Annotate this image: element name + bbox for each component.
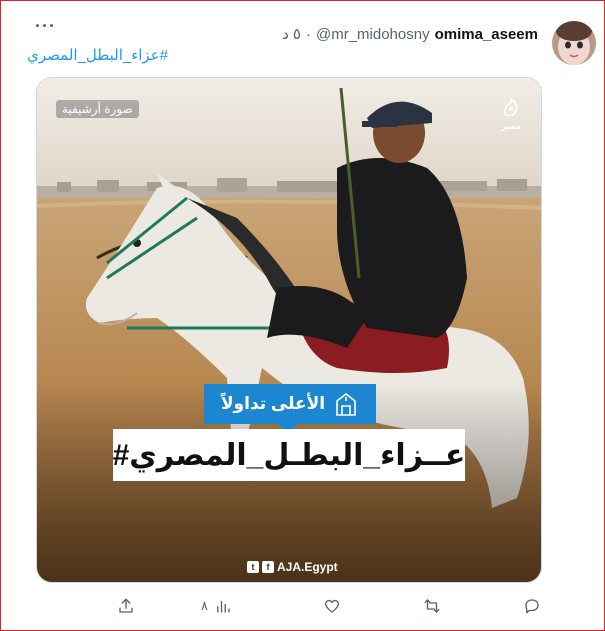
twitter-mini-icon: t: [247, 561, 259, 573]
retweet-icon: [424, 599, 440, 613]
brand-handle: AJA.Egypt: [277, 560, 338, 574]
tweet-header: omima_aseem @mr_midohosny · ٥ د: [282, 25, 538, 43]
share-icon: [119, 598, 133, 613]
views-chart-icon: [217, 600, 230, 613]
more-options-icon[interactable]: ···: [35, 17, 56, 35]
share-button[interactable]: [117, 595, 135, 617]
image-hashtag-box: #عــزاء_البطـل_المصري: [113, 429, 465, 481]
retweet-button[interactable]: [423, 595, 441, 617]
views-count: ٨: [201, 598, 208, 613]
image-hashtag-text: #عــزاء_البطـل_المصري: [112, 438, 466, 472]
avatar-image: [552, 21, 596, 65]
reply-icon: [525, 599, 539, 614]
brand-credit: t f AJA.Egypt: [247, 560, 338, 574]
separator-dot: ·: [305, 26, 311, 43]
reply-button[interactable]: [523, 595, 541, 617]
views-button[interactable]: ٨: [201, 595, 232, 617]
aljazeera-logo-text: مصر: [500, 121, 522, 131]
trending-badge: الأعلى تداولاً: [204, 384, 376, 424]
avatar[interactable]: [552, 21, 596, 65]
building-icon: [336, 392, 356, 416]
heart-icon: [324, 599, 340, 613]
timestamp[interactable]: ٥ د: [282, 25, 301, 43]
facebook-mini-icon: f: [262, 561, 274, 573]
aljazeera-logo-icon: [504, 97, 518, 117]
display-name[interactable]: omima_aseem: [435, 26, 538, 43]
tweet-action-bar: ٨: [1, 595, 605, 619]
archive-photo-label: صورة أرشيفية: [56, 100, 139, 118]
user-handle[interactable]: @mr_midohosny: [316, 26, 430, 43]
trending-label: الأعلى تداولاً: [220, 394, 326, 413]
aljazeera-logo: مصر: [499, 97, 523, 132]
photo-scene: [37, 78, 541, 582]
tweet-frame: omima_aseem @mr_midohosny · ٥ د ··· #عزا…: [0, 0, 605, 631]
tweet-media-image[interactable]: صورة أرشيفية مصر الأعلى تداولاً #عــزاء_…: [36, 77, 542, 583]
like-button[interactable]: [323, 595, 341, 617]
tweet-hashtag-link[interactable]: #عزاء_البطل_المصري: [27, 46, 168, 64]
